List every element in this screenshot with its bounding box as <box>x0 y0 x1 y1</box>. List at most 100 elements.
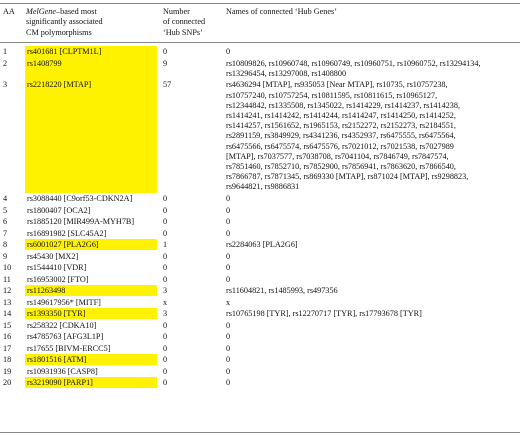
header-names: Names of connected ‘Hub Genes’ <box>226 7 337 16</box>
hub-gene-line: 0 <box>226 332 231 342</box>
row-aa: 11 <box>3 274 11 284</box>
header-snp-line3: CM polymorphisms <box>26 27 92 37</box>
row-count: 0 <box>163 378 168 388</box>
row-hub-gene-names: rs10765198 [TYR], rs12270717 [TYR], rs17… <box>226 309 520 319</box>
row-aa: 3 <box>3 80 8 90</box>
row-count: 0 <box>163 320 168 330</box>
top-rule <box>0 3 520 4</box>
row-aa: 2 <box>3 58 8 68</box>
row-aa: 18 <box>3 355 12 365</box>
hub-gene-line: rs4636294 [MTAP], rs935053 [Near MTAP], … <box>226 80 448 90</box>
header-rule <box>0 42 520 43</box>
hub-gene-line: rs2891159, rs3849929, rs4341236, rs43529… <box>226 131 456 141</box>
row-hub-gene-names: 0 <box>226 378 520 388</box>
row-snp: rs4785763 [AFG3L1P] <box>27 332 104 342</box>
row-snp: rs1800407 [OCA2] <box>27 205 91 215</box>
row-hub-gene-names: 0 <box>226 367 520 377</box>
row-aa: 14 <box>3 309 12 319</box>
row-snp: rs258322 [CDKA10] <box>27 320 97 330</box>
row-aa: 19 <box>3 366 12 376</box>
row-count: 1 <box>163 240 168 250</box>
row-aa: 5 <box>3 205 8 215</box>
row-count: 0 <box>163 228 168 238</box>
row-snp: rs1408799 <box>27 58 62 68</box>
row-aa: 13 <box>3 297 12 307</box>
snp-highlight <box>25 78 157 193</box>
row-aa: 12 <box>3 286 12 296</box>
row-hub-gene-names: rs4636294 [MTAP], rs935053 [Near MTAP], … <box>226 80 520 192</box>
header-count: Number of connected ‘Hub SNPs’ <box>163 7 205 38</box>
hub-gene-line: rs12344842, rs1335508, rs1345022, rs1414… <box>226 100 461 110</box>
row-snp: rs1393350 [TYR] <box>27 309 86 319</box>
row-count: x <box>163 297 168 307</box>
header-count-line3: ‘Hub SNPs’ <box>163 27 203 37</box>
hub-gene-line: 0 <box>226 343 231 353</box>
header-snp-line2: significantly associated <box>26 17 103 27</box>
row-count: 0 <box>163 251 168 261</box>
hub-gene-line: rs9644821, rs9886831 <box>226 182 300 192</box>
row-hub-gene-names: 0 <box>226 344 520 354</box>
row-aa: 4 <box>3 194 8 204</box>
row-hub-gene-names: 0 <box>226 252 520 262</box>
hub-gene-line: 0 <box>226 205 231 215</box>
row-count: 0 <box>163 47 168 56</box>
hub-gene-line: rs11604821, rs1485993, rs497356 <box>226 286 338 296</box>
row-count: 0 <box>163 366 168 376</box>
row-count: 0 <box>163 355 168 365</box>
row-count: 0 <box>163 263 168 273</box>
row-snp: rs1885120 [MIR499A-MYH7B] <box>27 217 135 227</box>
row-hub-gene-names: rs2284063 [PLA2G6] <box>226 240 520 250</box>
row-snp: rs401681 [CLPTM1L] <box>27 47 102 56</box>
header-snp-rest: –based most <box>56 7 97 16</box>
hub-gene-line: rs10765198 [TYR], rs12270717 [TYR], rs17… <box>226 309 422 319</box>
row-hub-gene-names: 0 <box>226 217 520 227</box>
hub-gene-line: 0 <box>226 251 231 261</box>
hub-gene-line: 0 <box>226 194 231 204</box>
row-hub-gene-names: rs10809826, rs10960748, rs10960749, rs10… <box>226 59 520 79</box>
row-count: 0 <box>163 205 168 215</box>
hub-gene-line: rs7851460, rs7852710, rs7852900, rs78569… <box>226 162 456 172</box>
header-count-line2: of connected <box>163 17 206 27</box>
row-snp: rs10931936 [CASP8] <box>27 366 98 376</box>
row-snp: rs149617956* [MITF] <box>27 297 101 307</box>
row-snp: rs16891982 [SLC45A2] <box>27 228 107 238</box>
hub-gene-line: 0 <box>226 217 231 227</box>
row-aa: 8 <box>3 240 8 250</box>
row-snp: rs3088440 [C9orf53-CDKN2A] <box>27 194 133 204</box>
hub-gene-line: 0 <box>226 47 231 56</box>
hub-gene-line: 0 <box>226 228 231 238</box>
hub-gene-line: 0 <box>226 263 231 273</box>
row-count: 0 <box>163 332 168 342</box>
hub-gene-line: rs13296454, rs13297008, rs1408800 <box>226 68 347 78</box>
hub-gene-line: [MTAP], rs7037577, rs7038708, rs7041104,… <box>226 151 449 161</box>
row-hub-gene-names: 0 <box>226 332 520 342</box>
row-count: 0 <box>163 194 168 204</box>
row-aa: 6 <box>3 217 8 227</box>
row-hub-gene-names: x <box>226 298 520 308</box>
row-snp: rs11263498 <box>27 286 66 296</box>
row-count: 0 <box>163 343 168 353</box>
row-hub-gene-names: 0 <box>226 229 520 239</box>
row-count: 0 <box>163 274 168 284</box>
row-snp: rs1801516 [ATM] <box>27 355 87 365</box>
bottom-rule <box>0 432 520 433</box>
hub-gene-line: rs7866787, rs7871345, rs869330 [MTAP], r… <box>226 172 469 182</box>
row-snp: rs2218220 [MTAP] <box>27 80 92 90</box>
row-aa: 15 <box>3 320 12 330</box>
row-snp: rs45430 [MX2] <box>27 251 79 261</box>
header-snp: MelGene–based most significantly associa… <box>26 7 103 38</box>
row-aa: 10 <box>3 263 12 273</box>
header-aa: AA <box>3 7 15 16</box>
row-snp: rs6001027 [PLA2G6] <box>27 240 99 250</box>
header-snp-melgene: MelGene <box>26 7 57 16</box>
hub-gene-line: rs1414241, rs1414242, rs1414244, rs14142… <box>226 111 456 120</box>
hub-gene-line: 0 <box>226 355 231 365</box>
row-aa: 9 <box>3 251 8 261</box>
hub-gene-line: 0 <box>226 366 231 376</box>
hub-gene-line: 0 <box>226 320 231 330</box>
row-snp: rs16953002 [FTO] <box>27 274 89 284</box>
row-hub-gene-names: 0 <box>226 206 520 216</box>
row-aa: 20 <box>3 378 12 388</box>
row-count: 9 <box>163 58 168 68</box>
row-hub-gene-names: 0 <box>226 263 520 273</box>
